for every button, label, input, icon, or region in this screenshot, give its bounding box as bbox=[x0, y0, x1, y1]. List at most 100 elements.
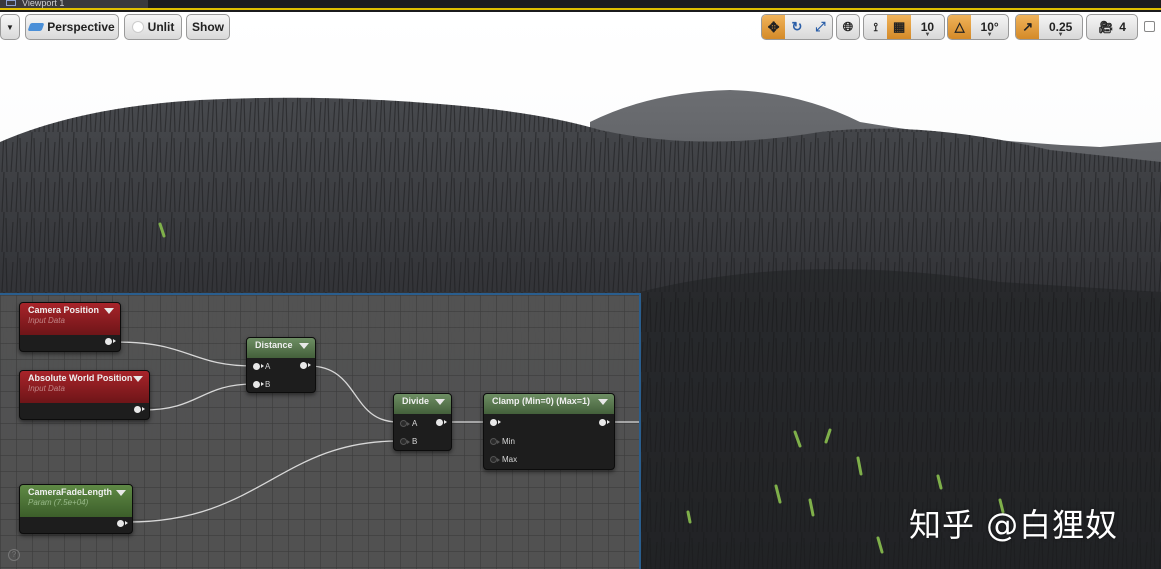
scale-snap-group: ↗ 0.25 ▼ bbox=[1015, 14, 1083, 40]
viewport-icon bbox=[6, 0, 16, 6]
node-absolute-world-position[interactable]: Absolute World Position Input Data bbox=[19, 370, 150, 420]
node-subtitle: Param (7.5e+04) bbox=[28, 498, 89, 507]
node-subtitle: Input Data bbox=[28, 316, 65, 325]
node-camera-fade-length[interactable]: CameraFadeLength Param (7.5e+04) bbox=[19, 484, 133, 534]
pin-label: B bbox=[412, 437, 418, 446]
input-pin-max[interactable]: Max bbox=[490, 455, 517, 464]
node-header: Absolute World Position Input Data bbox=[20, 371, 149, 403]
grid-snap-group: ⟟ ▦ 10 ▼ bbox=[863, 14, 945, 40]
node-header: Divide bbox=[394, 394, 451, 414]
camera-speed-group: 🎥︎ 4 bbox=[1086, 14, 1138, 40]
surface-snap-button[interactable]: ⟟ bbox=[864, 15, 887, 39]
collapse-arrow-icon[interactable] bbox=[299, 343, 309, 349]
node-header: Distance bbox=[247, 338, 315, 358]
pin-icon bbox=[134, 406, 145, 413]
help-icon[interactable]: ? bbox=[8, 549, 20, 561]
grid-snap-toggle[interactable]: ▦ bbox=[887, 15, 911, 39]
rotate-tool-button[interactable]: ↻ bbox=[785, 15, 808, 39]
output-pin[interactable] bbox=[436, 419, 447, 426]
scale-snap-value-dropdown[interactable]: 0.25 ▼ bbox=[1039, 15, 1082, 39]
grid-snap-value-dropdown[interactable]: 10 ▼ bbox=[911, 15, 944, 39]
pin-label: A bbox=[265, 362, 271, 371]
pin-icon bbox=[300, 362, 311, 369]
output-pin[interactable] bbox=[117, 520, 128, 527]
maximize-viewport-icon[interactable] bbox=[1144, 21, 1155, 32]
pin-icon bbox=[400, 438, 410, 445]
collapse-arrow-icon[interactable] bbox=[435, 399, 445, 405]
scale-tool-button[interactable]: ⤢ bbox=[809, 15, 832, 39]
perspective-label: Perspective bbox=[47, 20, 115, 34]
input-pin[interactable] bbox=[490, 419, 501, 426]
scale-snap-toggle[interactable]: ↗ bbox=[1016, 15, 1040, 39]
node-clamp[interactable]: Clamp (Min=0) (Max=1) Min Max bbox=[483, 393, 615, 470]
input-pin-b[interactable]: B bbox=[253, 380, 270, 389]
pin-icon bbox=[253, 381, 264, 388]
node-distance[interactable]: Distance A B bbox=[246, 337, 316, 393]
input-pin-a[interactable]: A bbox=[400, 419, 417, 428]
node-title: Absolute World Position bbox=[28, 373, 133, 383]
material-graph-panel[interactable]: Camera Position Input Data Absolute Worl… bbox=[0, 293, 641, 569]
perspective-button[interactable]: Perspective bbox=[25, 14, 119, 40]
watermark: 知乎 @白狸奴 bbox=[909, 506, 1119, 544]
collapse-arrow-icon[interactable] bbox=[598, 399, 608, 405]
angle-icon: △ bbox=[954, 19, 965, 34]
node-header: Camera Position Input Data bbox=[20, 303, 120, 335]
input-pin-a[interactable]: A bbox=[253, 362, 270, 371]
node-header: CameraFadeLength Param (7.5e+04) bbox=[20, 485, 132, 517]
chevron-down-icon: ▼ bbox=[924, 32, 931, 38]
node-camera-position[interactable]: Camera Position Input Data bbox=[19, 302, 121, 352]
globe-icon: 🌐︎ bbox=[842, 19, 854, 34]
camera-icon: 🎥︎ bbox=[1098, 20, 1114, 34]
lighting-mode-label: Unlit bbox=[147, 20, 175, 34]
chevron-down-icon: ▼ bbox=[1057, 32, 1064, 38]
perspective-icon bbox=[27, 23, 45, 31]
translate-tool-button[interactable]: ✥ bbox=[762, 15, 786, 39]
move-arrows-icon: ✥ bbox=[767, 18, 780, 35]
node-subtitle: Input Data bbox=[28, 384, 65, 393]
pin-icon bbox=[400, 420, 410, 427]
lighting-mode-button[interactable]: Unlit bbox=[124, 14, 182, 40]
pin-icon bbox=[436, 419, 447, 426]
scale-icon: ⤢ bbox=[815, 19, 826, 34]
output-pin[interactable] bbox=[300, 362, 311, 369]
pin-icon bbox=[117, 520, 128, 527]
unlit-icon bbox=[131, 21, 144, 33]
node-title: CameraFadeLength bbox=[28, 487, 113, 497]
pin-label: B bbox=[265, 380, 271, 389]
node-title: Clamp (Min=0) (Max=1) bbox=[492, 396, 591, 406]
world-coordinates-button[interactable]: 🌐︎ bbox=[837, 15, 859, 39]
collapse-arrow-icon[interactable] bbox=[133, 376, 143, 382]
viewport-options-dropdown[interactable]: ▼ bbox=[0, 14, 20, 40]
chevron-down-icon: ▼ bbox=[6, 22, 14, 32]
pin-icon bbox=[490, 456, 500, 463]
rotation-snap-value-dropdown[interactable]: 10° ▼ bbox=[971, 15, 1008, 39]
collapse-arrow-icon[interactable] bbox=[104, 308, 114, 314]
surface-snap-icon: ⟟ bbox=[873, 19, 878, 34]
node-header: Clamp (Min=0) (Max=1) bbox=[484, 394, 614, 414]
show-button[interactable]: Show bbox=[186, 14, 230, 40]
rotation-snap-group: △ 10° ▼ bbox=[947, 14, 1009, 40]
pin-icon bbox=[253, 363, 264, 370]
pin-icon bbox=[490, 419, 501, 426]
show-label: Show bbox=[192, 20, 224, 34]
output-pin[interactable] bbox=[134, 406, 145, 413]
viewport-tab[interactable]: Viewport 1 bbox=[0, 0, 148, 8]
viewport-tab-label: Viewport 1 bbox=[22, 0, 65, 8]
input-pin-min[interactable]: Min bbox=[490, 437, 515, 446]
node-divide[interactable]: Divide A B bbox=[393, 393, 452, 451]
camera-speed-dropdown[interactable]: 🎥︎ 4 bbox=[1087, 15, 1137, 39]
pin-icon bbox=[599, 419, 610, 426]
collapse-arrow-icon[interactable] bbox=[116, 490, 126, 496]
rotate-icon: ↻ bbox=[791, 19, 803, 34]
input-pin-b[interactable]: B bbox=[400, 437, 417, 446]
chevron-down-icon: ▼ bbox=[986, 32, 993, 38]
pin-icon bbox=[105, 338, 116, 345]
coordinate-system-group: 🌐︎ bbox=[836, 14, 860, 40]
node-title: Camera Position bbox=[28, 305, 100, 315]
grid-icon: ▦ bbox=[892, 19, 906, 34]
viewport-title-bar: Viewport 1 bbox=[0, 0, 1161, 10]
output-pin[interactable] bbox=[599, 419, 610, 426]
pin-icon bbox=[490, 438, 500, 445]
output-pin[interactable] bbox=[105, 338, 116, 345]
rotation-snap-toggle[interactable]: △ bbox=[948, 15, 972, 39]
